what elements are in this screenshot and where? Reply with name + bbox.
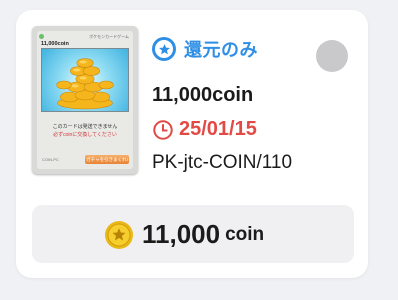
- card-notice: このカードは発送できません 必ずcoinに交換してください: [41, 123, 129, 139]
- item-price: 11,000coin: [152, 84, 254, 106]
- card-notice-line2: 必ずcoinに交換してください: [53, 132, 117, 138]
- card-name: 11,000coin: [41, 41, 69, 47]
- coin-icon: [105, 220, 133, 249]
- item-card[interactable]: ポケモンカードゲーム 11,000coin このカードは発送できません 必ずco…: [16, 10, 368, 278]
- coin-amount: 11,000: [142, 219, 221, 249]
- card-gacha-banner: ガチャを引きまくれ!: [85, 155, 129, 164]
- badge-label: 還元のみ: [184, 40, 258, 60]
- card-thumbnail[interactable]: ポケモンカードゲーム 11,000coin このカードは発送できません 必ずco…: [32, 26, 138, 174]
- card-artwork: [41, 48, 129, 112]
- item-date-row: 25/01/15: [152, 118, 257, 141]
- coin-total-box: 11,000 coin: [32, 205, 354, 263]
- coin-total: 11,000 coin: [104, 219, 264, 250]
- card-face: ポケモンカードゲーム 11,000coin このカードは発送できません 必ずco…: [37, 31, 133, 169]
- card-notice-line1: このカードは発送できません: [52, 124, 118, 130]
- card-game-label: ポケモンカードゲーム: [89, 34, 129, 39]
- coin-unit: coin: [225, 223, 265, 245]
- card-id-label: COIN-PC: [42, 157, 59, 162]
- star-icon: [158, 43, 170, 54]
- energy-icon: [39, 34, 44, 39]
- item-code: PK-jtc-COIN/110: [152, 152, 293, 173]
- item-date: 25/01/15: [179, 118, 257, 140]
- return-only-badge: 還元のみ: [152, 36, 258, 62]
- select-toggle[interactable]: [316, 40, 348, 72]
- coin-pile-icon: [56, 58, 114, 110]
- card-footer: COIN-PC ガチャを引きまくれ!: [40, 154, 130, 166]
- clock-icon: [153, 119, 173, 140]
- star-badge-icon: [152, 37, 176, 61]
